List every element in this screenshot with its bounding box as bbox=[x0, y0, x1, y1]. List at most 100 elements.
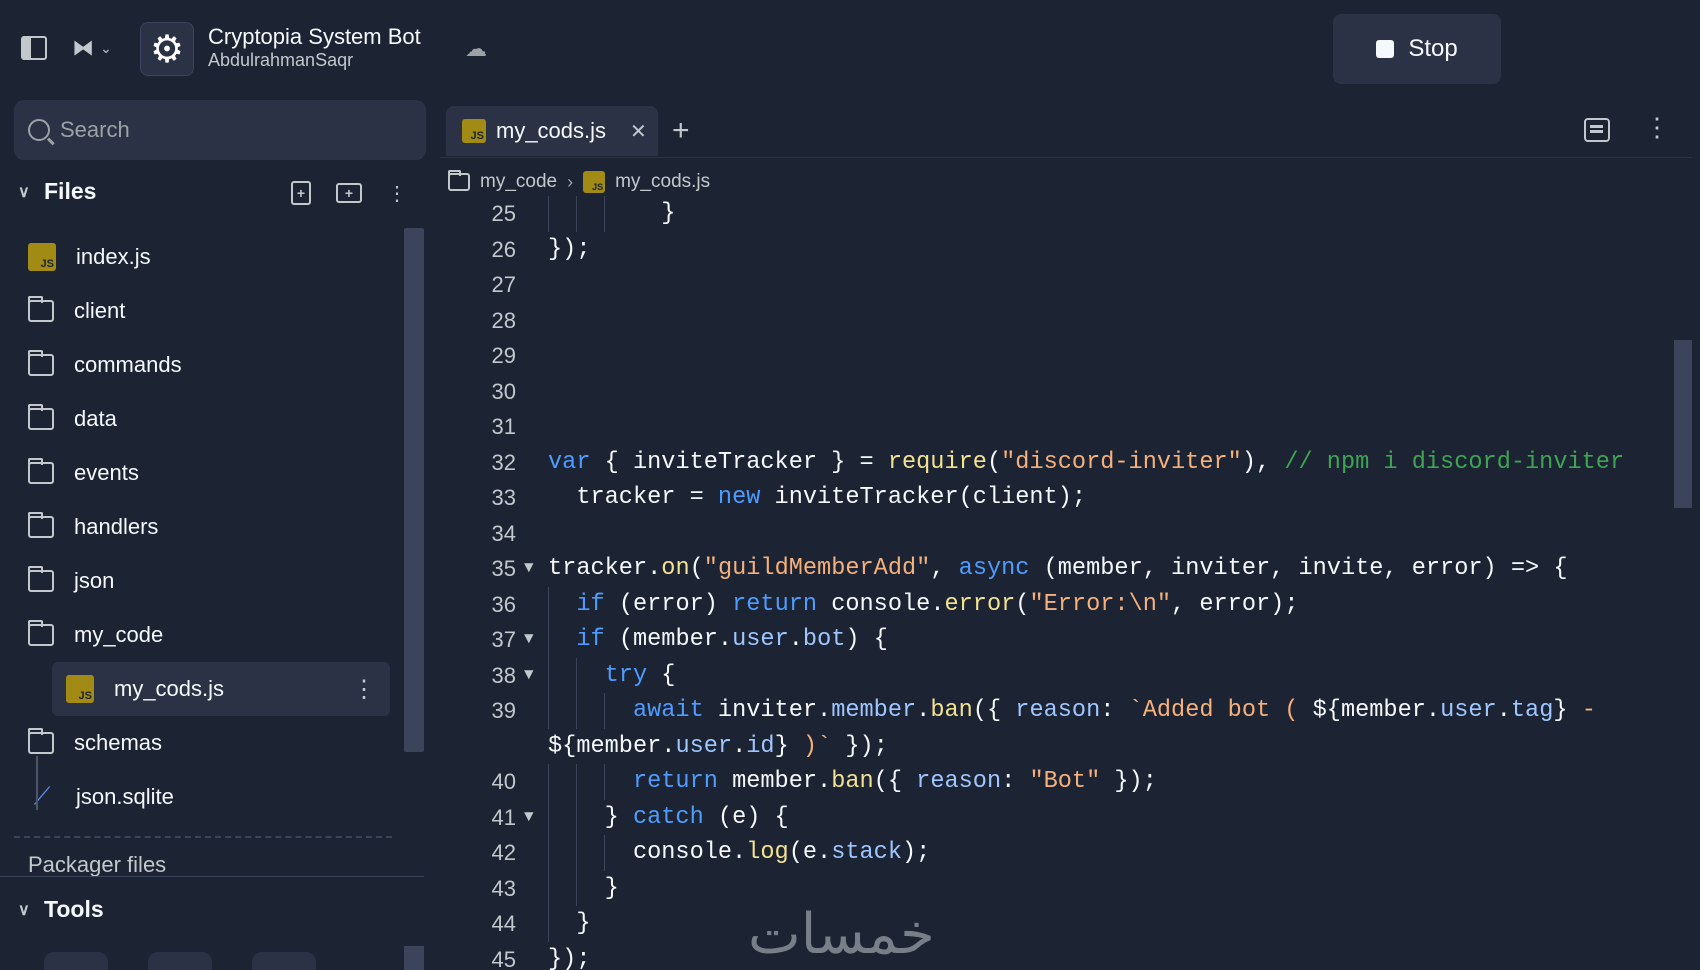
kebab-icon: ⋮ bbox=[387, 182, 407, 205]
workspace-menu-button[interactable]: ⧓ ⌄ bbox=[64, 32, 120, 64]
files-actions: + + ⋮ bbox=[286, 178, 412, 208]
folder-item-handlers[interactable]: handlers bbox=[14, 500, 404, 554]
code-text: return member.ban({ reason: "Bot" }); bbox=[632, 768, 1157, 795]
code-line: 37 ▼ if (member.user.bot) { bbox=[440, 622, 1660, 658]
code-text: } bbox=[548, 874, 619, 902]
line-number: 41 bbox=[491, 804, 516, 830]
js-file-icon bbox=[66, 675, 94, 703]
folder-item-my-code[interactable]: my_code bbox=[14, 608, 404, 662]
js-file-icon bbox=[583, 171, 606, 193]
code-text: tracker.on("guildMemberAdd", async (memb… bbox=[548, 555, 1568, 582]
tab-my-cods-js[interactable]: my_cods.js ✕ bbox=[446, 106, 658, 156]
code-line: 27 bbox=[440, 267, 1660, 303]
sidebar-toggle-button[interactable] bbox=[18, 34, 50, 62]
editor-more-button[interactable]: ⋮ bbox=[1644, 112, 1670, 143]
file-label: json.sqlite bbox=[76, 784, 174, 809]
new-file-button[interactable]: + bbox=[286, 178, 316, 208]
stop-button[interactable]: Stop bbox=[1333, 14, 1501, 84]
section-divider bbox=[14, 836, 392, 838]
chevron-right-icon: › bbox=[567, 171, 574, 192]
folder-icon bbox=[28, 296, 54, 322]
folder-icon bbox=[28, 404, 54, 430]
code-line: 38 ▼ try { bbox=[440, 657, 1660, 694]
tools-scrollbar[interactable] bbox=[404, 946, 424, 970]
code-text: if (member.user.bot) { bbox=[576, 626, 888, 653]
new-folder-button[interactable]: + bbox=[334, 178, 364, 208]
breadcrumb-folder[interactable]: my_code bbox=[480, 171, 557, 193]
split-view-icon[interactable] bbox=[1584, 118, 1610, 142]
top-bar: ⧓ ⌄ ⚙ Cryptopia System Bot AbdulrahmanSaq… bbox=[0, 0, 1700, 98]
folder-label: json bbox=[74, 568, 115, 593]
tool-button[interactable] bbox=[148, 952, 212, 970]
code-line: 26}); bbox=[440, 232, 1660, 268]
line-number: 45 bbox=[491, 946, 516, 970]
breadcrumb-file[interactable]: my_cods.js bbox=[615, 171, 710, 193]
code-line: 25 } bbox=[440, 196, 1660, 232]
folder-item-schemas[interactable]: schemas bbox=[14, 716, 404, 770]
packager-files-label[interactable]: Packager files bbox=[28, 852, 166, 878]
line-number: 35 bbox=[491, 556, 516, 581]
fold-arrow-icon[interactable]: ▼ bbox=[524, 622, 534, 658]
js-file-icon bbox=[28, 243, 56, 271]
code-line: ${member.user.id} )` }); bbox=[440, 729, 1660, 765]
line-number: 29 bbox=[491, 343, 516, 368]
sidebar: ∨ Files + + ⋮ index.js client commands d… bbox=[0, 98, 438, 970]
sidebar-scrollbar[interactable] bbox=[404, 228, 424, 752]
line-number: 38 bbox=[491, 662, 516, 688]
folder-label: client bbox=[74, 298, 126, 323]
line-number: 36 bbox=[491, 591, 516, 617]
kebab-icon[interactable]: ⋮ bbox=[352, 675, 376, 704]
search-input[interactable] bbox=[60, 117, 400, 143]
line-number: 44 bbox=[491, 911, 516, 936]
new-file-icon: + bbox=[291, 181, 311, 205]
line-number: 40 bbox=[491, 769, 516, 794]
code-line: 43 } bbox=[440, 870, 1660, 906]
close-icon[interactable]: ✕ bbox=[630, 119, 647, 144]
code-line: 42 console.log(e.stack); bbox=[440, 835, 1660, 871]
tools-section-header[interactable]: ∨ Tools bbox=[18, 896, 104, 923]
tools-divider bbox=[0, 876, 424, 877]
repl-avatar[interactable]: ⚙ bbox=[140, 22, 194, 76]
fold-arrow-icon[interactable]: ▼ bbox=[524, 658, 534, 694]
code-line: 45}); bbox=[440, 942, 1660, 970]
sidebar-toggle-icon bbox=[21, 36, 47, 60]
folder-item-client[interactable]: client bbox=[14, 284, 404, 338]
tools-row bbox=[44, 952, 316, 970]
editor-pane: my_cods.js ✕ + ⋮ my_code › my_cods.js 25… bbox=[440, 102, 1692, 970]
folder-item-events[interactable]: events bbox=[14, 446, 404, 500]
repl-title[interactable]: Cryptopia System Bot bbox=[208, 24, 421, 50]
files-section-header[interactable]: ∨ Files bbox=[18, 178, 96, 205]
folder-icon bbox=[28, 458, 54, 484]
fold-arrow-icon[interactable]: ▼ bbox=[524, 551, 534, 587]
code-line: 31 bbox=[440, 409, 1660, 445]
code-text: var { inviteTracker } = require("discord… bbox=[548, 448, 1625, 476]
new-tab-button[interactable]: + bbox=[672, 114, 690, 148]
folder-item-commands[interactable]: commands bbox=[14, 338, 404, 392]
code-area[interactable]: 25 } 26}); 27 28 29 30 31 32 var { invite… bbox=[440, 196, 1660, 970]
file-item-json-sqlite[interactable]: ⟋ json.sqlite bbox=[14, 770, 404, 824]
file-item-my-cods-js[interactable]: my_cods.js ⋮ bbox=[52, 662, 390, 716]
file-label: index.js bbox=[76, 244, 151, 269]
fold-arrow-icon[interactable]: ▼ bbox=[524, 800, 534, 836]
line-number: 33 bbox=[491, 485, 516, 510]
code-text: tracker = new inviteTracker(client); bbox=[548, 484, 1087, 511]
folder-item-data[interactable]: data bbox=[14, 392, 404, 446]
folder-icon bbox=[28, 566, 54, 592]
search-bar[interactable] bbox=[14, 100, 426, 160]
tool-button[interactable] bbox=[44, 952, 108, 970]
sqlite-feather-icon: ⟋ bbox=[33, 783, 51, 810]
folder-item-json[interactable]: json bbox=[14, 554, 404, 608]
repl-owner[interactable]: AbdulrahmanSaqr bbox=[208, 50, 353, 71]
editor-scrollbar[interactable] bbox=[1674, 340, 1692, 508]
file-item-index-js[interactable]: index.js bbox=[14, 230, 404, 284]
files-more-button[interactable]: ⋮ bbox=[382, 178, 412, 208]
tool-button[interactable] bbox=[252, 952, 316, 970]
line-number: 31 bbox=[491, 414, 516, 439]
cloud-sync-icon[interactable]: ☁ bbox=[460, 36, 492, 62]
folder-label: my_code bbox=[74, 622, 164, 647]
code-text: } bbox=[548, 200, 676, 227]
code-line: 39 await inviter.member.ban({ reason: `A… bbox=[440, 693, 1660, 729]
line-number: 42 bbox=[491, 840, 516, 865]
line-number: 39 bbox=[491, 698, 516, 723]
line-number: 34 bbox=[491, 520, 516, 546]
